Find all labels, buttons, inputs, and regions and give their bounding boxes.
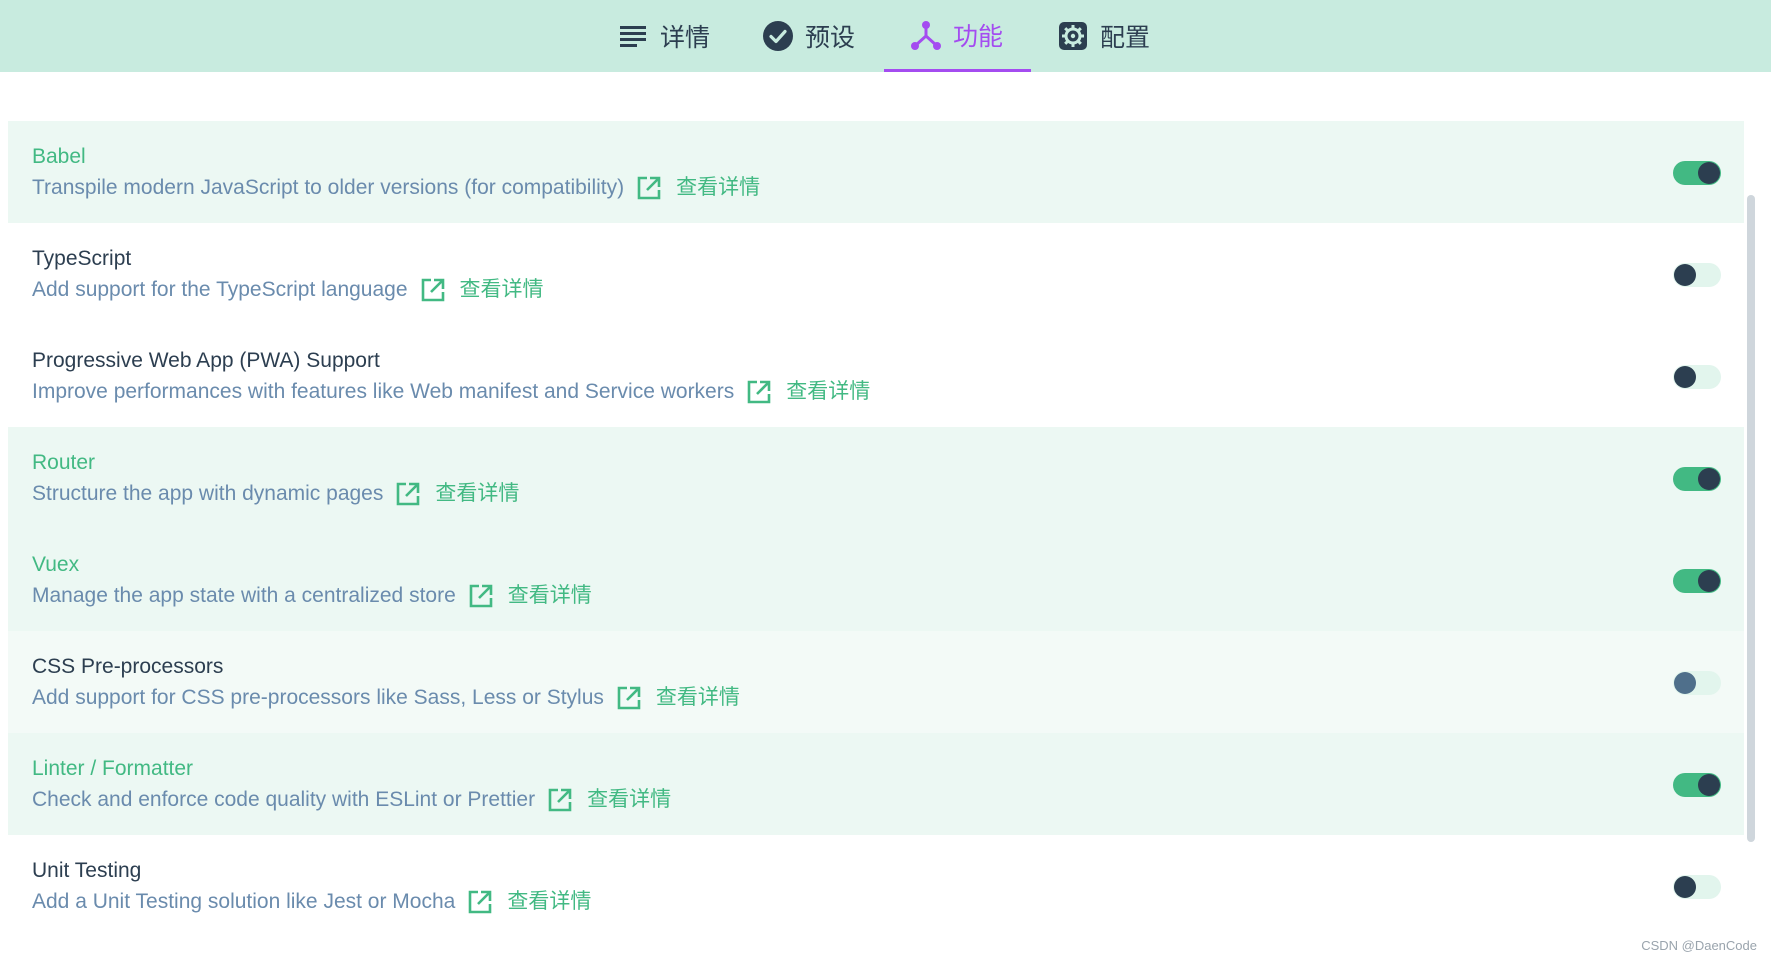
tab-label: 详情: [660, 24, 711, 52]
toggle-knob: [1674, 366, 1696, 388]
external-link-icon[interactable]: [746, 379, 772, 405]
feature-toggle[interactable]: [1673, 569, 1721, 593]
feature-toggle[interactable]: [1673, 365, 1721, 389]
toggle-knob: [1698, 468, 1720, 490]
feature-title: Linter / Formatter: [32, 757, 194, 780]
external-link-icon[interactable]: [616, 685, 642, 711]
external-link-icon[interactable]: [395, 481, 421, 507]
toggle-knob: [1674, 672, 1696, 694]
view-details-link[interactable]: 查看详情: [656, 683, 740, 713]
tab-configuration[interactable]: 配置: [1058, 0, 1198, 72]
feature-title: Progressive Web App (PWA) Support: [32, 349, 380, 372]
feature-title: Babel: [32, 145, 86, 168]
feature-row-babel[interactable]: Babel Transpile modern JavaScript to old…: [8, 121, 1744, 223]
feature-title: Vuex: [32, 553, 80, 576]
top-navigation-bar: 详情 预设 功能 配置: [0, 0, 1771, 72]
toggle-knob: [1698, 570, 1720, 592]
feature-description: Add support for the TypeScript language: [32, 278, 408, 301]
feature-row-unit-testing[interactable]: Unit Testing Add a Unit Testing solution…: [8, 835, 1744, 937]
feature-description: Add support for CSS pre-processors like …: [32, 686, 604, 709]
feature-toggle[interactable]: [1673, 773, 1721, 797]
view-details-link[interactable]: 查看详情: [435, 479, 519, 509]
watermark: CSDN @DaenCode: [1641, 938, 1757, 953]
feature-title: Router: [32, 451, 96, 474]
feature-toggle[interactable]: [1673, 467, 1721, 491]
view-details-link[interactable]: 查看详情: [507, 887, 591, 917]
view-details-link[interactable]: 查看详情: [786, 377, 870, 407]
external-link-icon[interactable]: [468, 583, 494, 609]
feature-row-css-preprocessors[interactable]: CSS Pre-processors Add support for CSS p…: [8, 631, 1744, 733]
view-details-link[interactable]: 查看详情: [460, 275, 544, 305]
toggle-knob: [1674, 264, 1696, 286]
view-details-link[interactable]: 查看详情: [676, 173, 760, 203]
feature-description: Add a Unit Testing solution like Jest or…: [32, 890, 456, 913]
feature-description: Structure the app with dynamic pages: [32, 482, 384, 505]
tab-presets[interactable]: 预设: [763, 0, 898, 72]
feature-row-router[interactable]: Router Structure the app with dynamic pa…: [8, 427, 1744, 529]
feature-row-linter[interactable]: Linter / Formatter Check and enforce cod…: [8, 733, 1744, 835]
external-link-icon[interactable]: [547, 787, 573, 813]
toggle-knob: [1698, 774, 1720, 796]
feature-description: Manage the app state with a centralized …: [32, 584, 456, 607]
tab-features[interactable]: 功能: [884, 0, 1031, 72]
feature-description: Transpile modern JavaScript to older ver…: [32, 176, 625, 199]
feature-row-pwa[interactable]: Progressive Web App (PWA) Support Improv…: [8, 325, 1744, 427]
branch-icon: [911, 20, 941, 50]
view-details-link[interactable]: 查看详情: [587, 785, 671, 815]
feature-list: Babel Transpile modern JavaScript to old…: [8, 121, 1744, 937]
list-icon: [618, 21, 648, 51]
feature-description: Check and enforce code quality with ESLi…: [32, 788, 536, 811]
external-link-icon[interactable]: [420, 277, 446, 303]
feature-toggle[interactable]: [1673, 875, 1721, 899]
feature-title: CSS Pre-processors: [32, 655, 224, 678]
tab-label: 预设: [805, 24, 856, 52]
feature-toggle[interactable]: [1673, 263, 1721, 287]
tab-details[interactable]: 详情: [618, 0, 750, 72]
external-link-icon[interactable]: [467, 889, 493, 915]
gear-icon: [1058, 21, 1088, 51]
vertical-scrollbar[interactable]: [1747, 195, 1755, 842]
feature-title: Unit Testing: [32, 859, 142, 882]
toggle-knob: [1698, 162, 1720, 184]
feature-row-typescript[interactable]: TypeScript Add support for the TypeScrip…: [8, 223, 1744, 325]
external-link-icon[interactable]: [636, 175, 662, 201]
feature-description: Improve performances with features like …: [32, 380, 735, 403]
feature-toggle[interactable]: [1673, 161, 1721, 185]
tab-label: 功能: [953, 22, 1004, 51]
toggle-knob: [1674, 876, 1696, 898]
feature-title: TypeScript: [32, 247, 132, 270]
feature-row-vuex[interactable]: Vuex Manage the app state with a central…: [8, 529, 1744, 631]
tab-bar: 详情 预设 功能 配置: [0, 0, 1771, 72]
feature-toggle[interactable]: [1673, 671, 1721, 695]
tab-label: 配置: [1100, 24, 1151, 52]
check-circle-icon: [763, 21, 793, 51]
view-details-link[interactable]: 查看详情: [508, 581, 592, 611]
